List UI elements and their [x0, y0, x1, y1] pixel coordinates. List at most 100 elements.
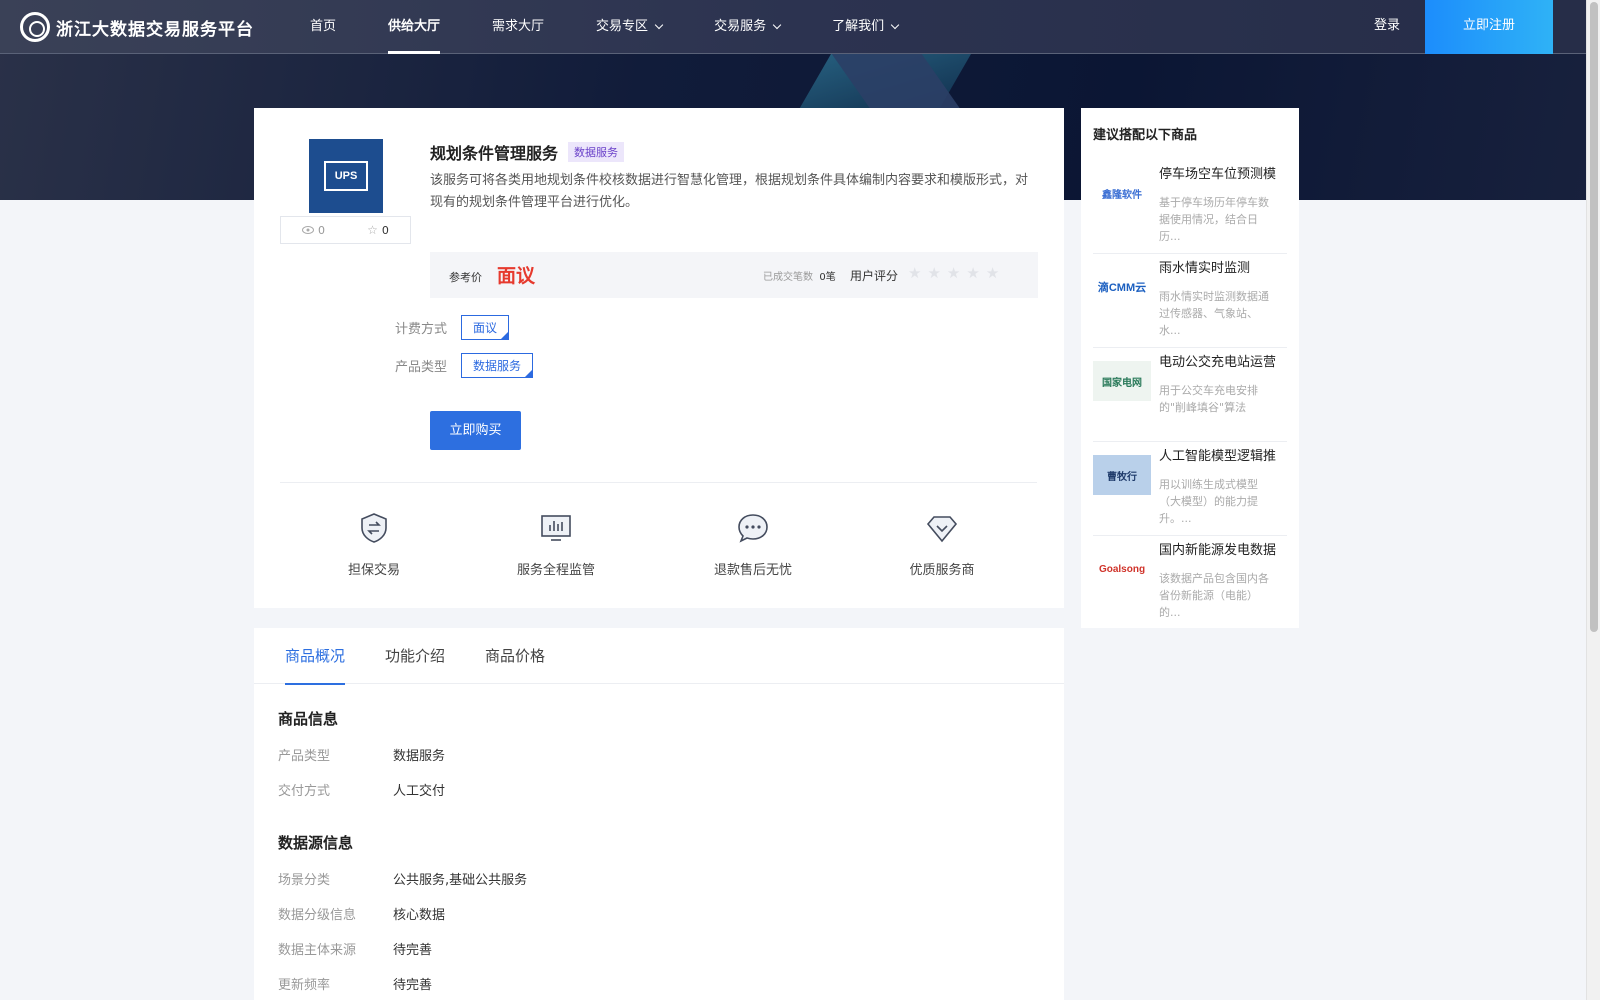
login-link[interactable]: 登录 [1374, 0, 1400, 54]
item-thumbnail: 滴CMM云 [1093, 267, 1151, 307]
star-icon[interactable]: ★ [966, 264, 979, 282]
info-key: 数据分级信息 [278, 908, 357, 923]
logo-text: 浙江大数据交易服务平台 [56, 19, 254, 40]
price-value: 面议 [497, 265, 536, 287]
feature-refund: 退款售后无忧 [688, 511, 818, 578]
info-value: 数据服务 [393, 749, 446, 764]
info-row: 产品类型 数据服务 [278, 745, 445, 764]
item-description: 用以训练生成式模型（大模型）的能力提升。... [1159, 478, 1258, 525]
deal-count-label: 已成交笔数 [763, 272, 813, 283]
tab-overview[interactable]: 商品概况 [285, 628, 346, 685]
recommended-item[interactable]: 曹牧行 人工智能模型逻辑推 用以训练生成式模型（大模型）的能力提升。... [1093, 442, 1287, 536]
item-name: 人工智能模型逻辑推 [1159, 449, 1277, 464]
info-key: 场景分类 [278, 873, 331, 888]
nav-item-home[interactable]: 首页 [310, 0, 336, 54]
divider [280, 482, 1037, 483]
nav-label: 首页 [310, 19, 337, 34]
nav-label: 供给大厅 [388, 19, 441, 34]
chat-bubble-icon [738, 514, 768, 543]
chevron-down-icon [654, 20, 664, 30]
section-title-product-info: 商品信息 [278, 710, 339, 728]
info-key: 更新频率 [278, 978, 331, 993]
deal-count: 已成交笔数 0笔 [763, 268, 836, 283]
info-value: 待完善 [393, 943, 433, 958]
recommended-item[interactable]: 鑫隆软件 停车场空车位预测模 基于停车场历年停车数据使用情况，结合日历... [1093, 160, 1287, 254]
page-scrollbar[interactable] [1586, 0, 1600, 1000]
billing-row: 计费方式 面议 [395, 315, 510, 340]
product-stats: 0 ☆ 0 [280, 216, 411, 244]
nav-label: 交易服务 [714, 19, 767, 34]
item-description: 雨水情实时监测数据通过传感器、气象站、水... [1159, 290, 1269, 337]
recommended-item[interactable]: Goalsong 国内新能源发电数据 该数据产品包含国内各省份新能源（电能）的.… [1093, 536, 1287, 630]
info-row: 数据分级信息 核心数据 [278, 904, 445, 923]
diamond-check-icon [926, 516, 958, 543]
star-icon[interactable]: ★ [908, 264, 921, 282]
logo-icon [20, 12, 50, 42]
chevron-down-icon [772, 20, 782, 30]
billing-option[interactable]: 面议 [461, 315, 510, 340]
star-icon[interactable]: ★ [986, 264, 999, 282]
item-description: 基于停车场历年停车数据使用情况，结合日历... [1159, 196, 1269, 243]
item-thumbnail: 曹牧行 [1093, 455, 1151, 495]
info-row: 数据主体来源 待完善 [278, 939, 432, 958]
nav-menu: 首页 供给大厅 需求大厅 交易专区 交易服务 了解我们 [310, 0, 950, 54]
info-row: 更新频率 待完善 [278, 974, 432, 993]
view-count: 0 [302, 224, 325, 237]
type-option[interactable]: 数据服务 [461, 353, 534, 378]
feature-label: 优质服务商 [909, 563, 975, 578]
monitor-chart-icon [541, 515, 571, 541]
product-tag: 数据服务 [568, 142, 625, 162]
nav-item-trade-service[interactable]: 交易服务 [714, 0, 782, 54]
info-row: 场景分类 公共服务,基础公共服务 [278, 869, 527, 888]
buy-now-button[interactable]: 立即购买 [430, 411, 521, 450]
feature-supervision: 服务全程监管 [491, 511, 621, 578]
favorite-count[interactable]: ☆ 0 [367, 223, 389, 237]
star-icon[interactable]: ★ [927, 264, 940, 282]
star-outline-icon: ☆ [367, 223, 378, 237]
type-label: 产品类型 [395, 360, 448, 375]
feature-label: 退款售后无忧 [713, 563, 792, 578]
product-image: UPS [309, 139, 383, 213]
info-value: 待完善 [393, 978, 433, 993]
item-description: 该数据产品包含国内各省份新能源（电能）的... [1159, 572, 1269, 619]
product-image-logo: UPS [324, 161, 368, 191]
nav-label: 交易专区 [596, 19, 649, 34]
recommended-item[interactable]: 国家电网 电动公交充电站运营 用于公交车充电安排的"削峰填谷"算法 [1093, 348, 1287, 442]
scrollbar-thumb[interactable] [1590, 2, 1598, 632]
recommended-item[interactable]: 滴CMM云 雨水情实时监测 雨水情实时监测数据通过传感器、气象站、水... [1093, 254, 1287, 348]
view-count-value: 0 [318, 223, 326, 237]
nav-item-about[interactable]: 了解我们 [832, 0, 900, 54]
rating-label: 用户评分 [850, 269, 899, 283]
price-label: 参考价 [449, 271, 482, 284]
feature-label: 担保交易 [347, 563, 400, 578]
register-button[interactable]: 立即注册 [1425, 0, 1553, 54]
tab-pricing[interactable]: 商品价格 [485, 628, 545, 684]
feature-label: 服务全程监管 [516, 563, 595, 578]
item-name: 电动公交充电站运营 [1159, 355, 1277, 370]
nav-item-trade-zone[interactable]: 交易专区 [596, 0, 664, 54]
item-thumbnail: 鑫隆软件 [1093, 173, 1151, 213]
nav-item-demand[interactable]: 需求大厅 [492, 0, 544, 54]
info-row: 交付方式 人工交付 [278, 780, 445, 799]
info-key: 产品类型 [278, 749, 331, 764]
tab-features[interactable]: 功能介绍 [385, 628, 445, 684]
feature-guarantee: 担保交易 [309, 511, 439, 578]
site-logo[interactable]: 浙江大数据交易服务平台 [20, 12, 254, 42]
nav-label: 了解我们 [832, 19, 885, 34]
info-key: 数据主体来源 [278, 943, 357, 958]
chevron-down-icon [890, 20, 900, 30]
info-value: 人工交付 [393, 784, 446, 799]
item-thumbnail: Goalsong [1093, 549, 1151, 589]
top-nav: 浙江大数据交易服务平台 首页 供给大厅 需求大厅 交易专区 交易服务 了解我们 … [0, 0, 1586, 54]
eye-icon [302, 226, 315, 234]
product-title-row: 规划条件管理服务 数据服务 [430, 140, 625, 164]
product-title: 规划条件管理服务 [430, 144, 559, 163]
item-name: 停车场空车位预测模 [1159, 167, 1277, 182]
rating-stars[interactable]: ★ ★ ★ ★ ★ [908, 264, 999, 282]
star-icon[interactable]: ★ [947, 264, 960, 282]
nav-item-supply[interactable]: 供给大厅 [388, 0, 441, 54]
shield-exchange-icon [361, 513, 387, 543]
detail-tabs: 商品概况 功能介绍 商品价格 [254, 628, 1064, 685]
nav-label: 需求大厅 [492, 19, 545, 34]
sidebar-title: 建议搭配以下商品 [1093, 128, 1198, 143]
